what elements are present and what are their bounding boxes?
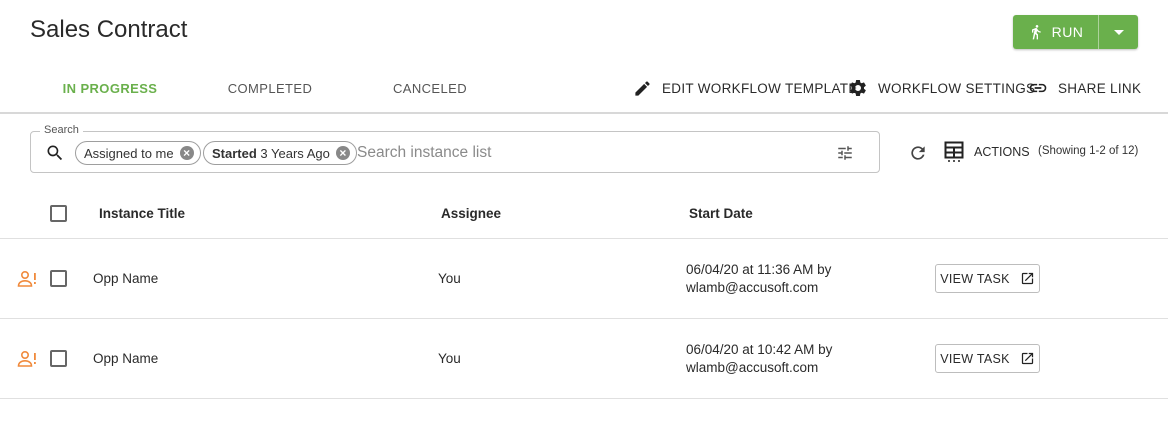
filter-chip-started[interactable]: Started 3 Years Ago xyxy=(203,141,357,165)
open-in-new-icon xyxy=(1021,272,1033,285)
instance-tabs: IN PROGRESS COMPLETED CANCELED xyxy=(30,68,510,114)
table-columns-icon xyxy=(944,141,964,162)
run-button[interactable]: RUN xyxy=(1013,15,1098,49)
search-box: Search Assigned to me Started 3 Years Ag… xyxy=(30,124,880,173)
row-checkbox[interactable] xyxy=(50,350,67,367)
workflow-settings-label: WORKFLOW SETTINGS xyxy=(878,80,1036,96)
start-date-cell: 06/04/20 at 10:42 AM by wlamb@accusoft.c… xyxy=(686,342,833,375)
link-icon xyxy=(1029,83,1047,93)
assigned-to-me-icon xyxy=(17,350,36,367)
select-all-checkbox[interactable] xyxy=(50,205,67,222)
filter-chip-assigned[interactable]: Assigned to me xyxy=(75,141,201,165)
share-link-label: SHARE LINK xyxy=(1058,80,1142,96)
view-task-label: VIEW TASK xyxy=(940,351,1010,366)
instance-title-cell[interactable]: Opp Name xyxy=(93,351,158,366)
row-checkbox[interactable] xyxy=(50,270,67,287)
assigned-to-me-icon xyxy=(17,270,36,287)
open-in-new-icon xyxy=(1021,352,1033,365)
caret-down-icon xyxy=(1113,29,1124,35)
tune-filter-icon[interactable] xyxy=(836,144,854,162)
tabs-divider xyxy=(0,112,1168,114)
view-task-button[interactable]: VIEW TASK xyxy=(935,344,1040,373)
edit-workflow-template-label: EDIT WORKFLOW TEMPLATE xyxy=(662,80,858,96)
page-title: Sales Contract xyxy=(30,16,188,43)
gear-icon xyxy=(850,79,866,96)
row-divider xyxy=(0,318,1168,319)
assignee-cell: You xyxy=(438,271,461,286)
start-date-cell: 06/04/20 at 11:36 AM by wlamb@accusoft.c… xyxy=(686,262,832,295)
pencil-icon xyxy=(635,80,650,96)
search-input[interactable] xyxy=(357,142,817,164)
chip-remove-icon[interactable] xyxy=(335,146,350,160)
run-button-group: RUN xyxy=(1013,15,1138,49)
workflow-settings-button[interactable]: WORKFLOW SETTINGS xyxy=(848,76,1035,100)
view-task-label: VIEW TASK xyxy=(940,271,1010,286)
actions-button[interactable]: ACTIONS xyxy=(944,141,1030,163)
tab-canceled[interactable]: CANCELED xyxy=(350,68,510,114)
actions-label: ACTIONS xyxy=(974,145,1030,159)
run-button-label: RUN xyxy=(1051,24,1084,40)
run-dropdown-button[interactable] xyxy=(1098,15,1138,49)
chip-label: Assigned to me xyxy=(84,145,174,161)
view-task-button[interactable]: VIEW TASK xyxy=(935,264,1040,293)
search-icon xyxy=(47,145,63,161)
column-header-start-date[interactable]: Start Date xyxy=(689,206,753,221)
column-header-assignee[interactable]: Assignee xyxy=(441,206,501,221)
share-link-button[interactable]: SHARE LINK xyxy=(1028,76,1141,100)
tab-in-progress[interactable]: IN PROGRESS xyxy=(30,68,190,114)
search-legend: Search xyxy=(40,124,83,136)
assignee-cell: You xyxy=(438,351,461,366)
running-person-icon xyxy=(1031,25,1041,40)
row-divider xyxy=(0,238,1168,239)
row-divider xyxy=(0,398,1168,399)
column-header-instance-title[interactable]: Instance Title xyxy=(99,206,185,221)
tab-completed[interactable]: COMPLETED xyxy=(190,68,350,114)
refresh-icon[interactable] xyxy=(908,143,928,163)
chip-remove-icon[interactable] xyxy=(179,146,194,160)
edit-workflow-template-button[interactable]: EDIT WORKFLOW TEMPLATE xyxy=(633,76,858,100)
chip-label: Started 3 Years Ago xyxy=(212,145,330,161)
instance-title-cell[interactable]: Opp Name xyxy=(93,271,158,286)
showing-count: (Showing 1-2 of 12) xyxy=(1038,145,1139,157)
